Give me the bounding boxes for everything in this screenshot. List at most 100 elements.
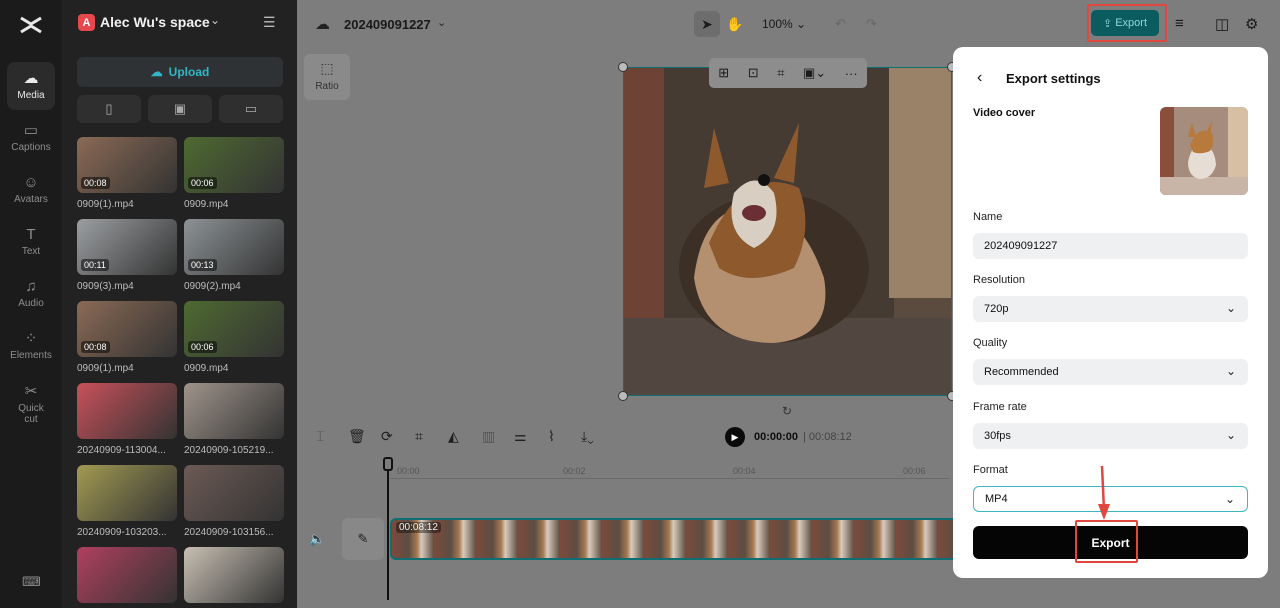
media-thumbnail[interactable]: 00:13 [184, 219, 284, 275]
cloud-icon: ☁ [315, 16, 330, 33]
thumbnail-duration: 00:06 [188, 177, 217, 189]
elements-icon: ⁘ [24, 330, 38, 347]
clip-frame [560, 520, 602, 558]
video-preview[interactable] [623, 67, 952, 396]
video-cover-thumbnail[interactable] [1160, 107, 1248, 195]
thumbnail-duration: 00:08 [81, 341, 110, 353]
picture-in-picture-icon[interactable]: ▣⌄ [803, 65, 826, 81]
sort-icon[interactable]: ☰ [263, 14, 276, 31]
chevron-down-icon[interactable]: ⌄ [437, 16, 446, 29]
download-icon[interactable]: ⤓⌄ [581, 428, 594, 445]
clip-frame [896, 520, 938, 558]
clip-frame [476, 520, 518, 558]
resize-handle[interactable] [618, 62, 628, 72]
media-filename: 0909(2).mp4 [184, 281, 241, 292]
redo-icon[interactable]: ↷ [866, 16, 877, 32]
pen-icon: ✎ [357, 531, 369, 546]
media-filename: 20240909-105219... [184, 445, 274, 456]
keyboard-shortcuts-icon[interactable]: ⌨ [22, 574, 41, 590]
current-time: 00:00:00 [754, 431, 799, 443]
thumbnail-duration: 00:11 [81, 259, 109, 271]
upload-button[interactable]: ☁ Upload [77, 57, 283, 87]
highlight-export-top [1087, 4, 1167, 42]
ruler-label: 00:02 [563, 466, 586, 476]
media-filename: 20240909-103203... [77, 527, 167, 538]
chevron-down-icon[interactable]: ⌄ [210, 13, 220, 27]
rail-item-captions[interactable]: ▭ Captions [7, 114, 55, 162]
media-thumbnail[interactable]: 00:06 [184, 137, 284, 193]
hand-tool-button[interactable]: ✋ [722, 11, 748, 37]
ruler-label: 00:04 [733, 466, 756, 476]
rail-item-audio[interactable]: ♫ Audio [7, 270, 55, 318]
chevron-down-icon: ⌄ [1225, 428, 1236, 442]
media-filename: 0909.mp4 [184, 363, 229, 374]
freeze-icon[interactable]: ▥ [482, 428, 495, 445]
rail-item-media[interactable]: ☁ Media [7, 62, 55, 110]
filter-video-icon[interactable]: ▣ [148, 95, 212, 123]
space-name[interactable]: Alec Wu's space [100, 14, 210, 30]
playhead-handle[interactable] [383, 457, 393, 471]
ratio-button[interactable]: ⬚ Ratio [304, 54, 350, 100]
panel-title: Export settings [1006, 71, 1101, 86]
speed-icon[interactable]: ⟳ [381, 428, 393, 445]
filter-image-icon[interactable]: ▭ [219, 95, 283, 123]
chevron-down-icon: ⌄ [1224, 492, 1235, 506]
rail-item-elements[interactable]: ⁘ Elements [7, 322, 55, 370]
media-thumbnail[interactable] [184, 383, 284, 439]
back-arrow-icon[interactable]: ‹ [977, 69, 982, 87]
trim-icon[interactable]: ⌇ [548, 428, 555, 445]
panel-layout-icon[interactable]: ◫ [1215, 15, 1229, 33]
volume-icon[interactable]: 🔈 [309, 531, 325, 547]
undo-icon[interactable]: ↶ [835, 16, 846, 32]
edit-cover-button[interactable]: ✎ [342, 518, 384, 560]
media-thumbnail[interactable] [77, 547, 177, 603]
media-thumbnail[interactable]: 00:08 [77, 301, 177, 357]
name-input[interactable]: 202409091227 [973, 233, 1248, 259]
rail-item-text[interactable]: T Text [7, 218, 55, 266]
delete-icon[interactable]: 🗑 [348, 428, 366, 445]
split-icon[interactable]: ⌶ [316, 428, 324, 445]
media-thumbnail[interactable]: 00:08 [77, 137, 177, 193]
rail-item-quick-cut[interactable]: ✂ Quick cut [7, 378, 55, 430]
quality-select[interactable]: Recommended ⌄ [973, 359, 1248, 385]
space-avatar: A [78, 14, 95, 31]
filter-phone-icon[interactable]: ▯ [77, 95, 141, 123]
resolution-select[interactable]: 720p ⌄ [973, 296, 1248, 322]
replace-image-icon[interactable]: ⊞ [718, 65, 729, 81]
layers-icon[interactable]: ≡ [1175, 15, 1184, 32]
media-thumbnail[interactable] [77, 383, 177, 439]
media-thumbnail[interactable] [77, 465, 177, 521]
chevron-down-icon: ⌄ [1225, 301, 1236, 315]
media-thumbnail[interactable]: 00:11 [77, 219, 177, 275]
clip-frame [728, 520, 770, 558]
playhead[interactable] [387, 458, 389, 600]
video-clip[interactable]: 00:08:12 [390, 518, 970, 560]
media-thumbnail[interactable] [184, 465, 284, 521]
chevron-down-icon: ⌄ [1225, 364, 1236, 378]
adjust-icon[interactable]: ⚌ [514, 428, 527, 445]
media-thumbnail[interactable] [184, 547, 284, 603]
clip-frame [518, 520, 560, 558]
play-icon: ▶ [731, 431, 739, 442]
resize-handle[interactable] [618, 391, 628, 401]
rail-item-avatars[interactable]: ☺ Avatars [7, 166, 55, 214]
crop-icon[interactable]: ⌗ [777, 65, 784, 81]
clip-frame [602, 520, 644, 558]
video-cover-label: Video cover [973, 107, 1036, 119]
play-button[interactable]: ▶ [725, 427, 745, 447]
settings-icon[interactable]: ⚙ [1245, 15, 1258, 33]
crop-icon[interactable]: ⌗ [415, 428, 423, 445]
project-name[interactable]: 202409091227 [344, 17, 431, 32]
media-filename: 0909.mp4 [184, 199, 229, 210]
more-icon[interactable]: ··· [845, 66, 858, 81]
media-thumbnail[interactable]: 00:06 [184, 301, 284, 357]
clip-frame [686, 520, 728, 558]
captions-icon: ▭ [23, 122, 39, 139]
frame-rate-select[interactable]: 30fps ⌄ [973, 423, 1248, 449]
rotate-icon[interactable]: ↻ [782, 404, 792, 418]
canvas-floating-toolbar: ⊞ ⊡ ⌗ ▣⌄ ··· [709, 58, 867, 88]
zoom-level[interactable]: 100% ⌄ [762, 17, 806, 31]
smart-crop-icon[interactable]: ⊡ [748, 65, 759, 81]
mirror-icon[interactable]: ◭ [448, 428, 459, 445]
select-tool-button[interactable]: ➤ [694, 11, 720, 37]
